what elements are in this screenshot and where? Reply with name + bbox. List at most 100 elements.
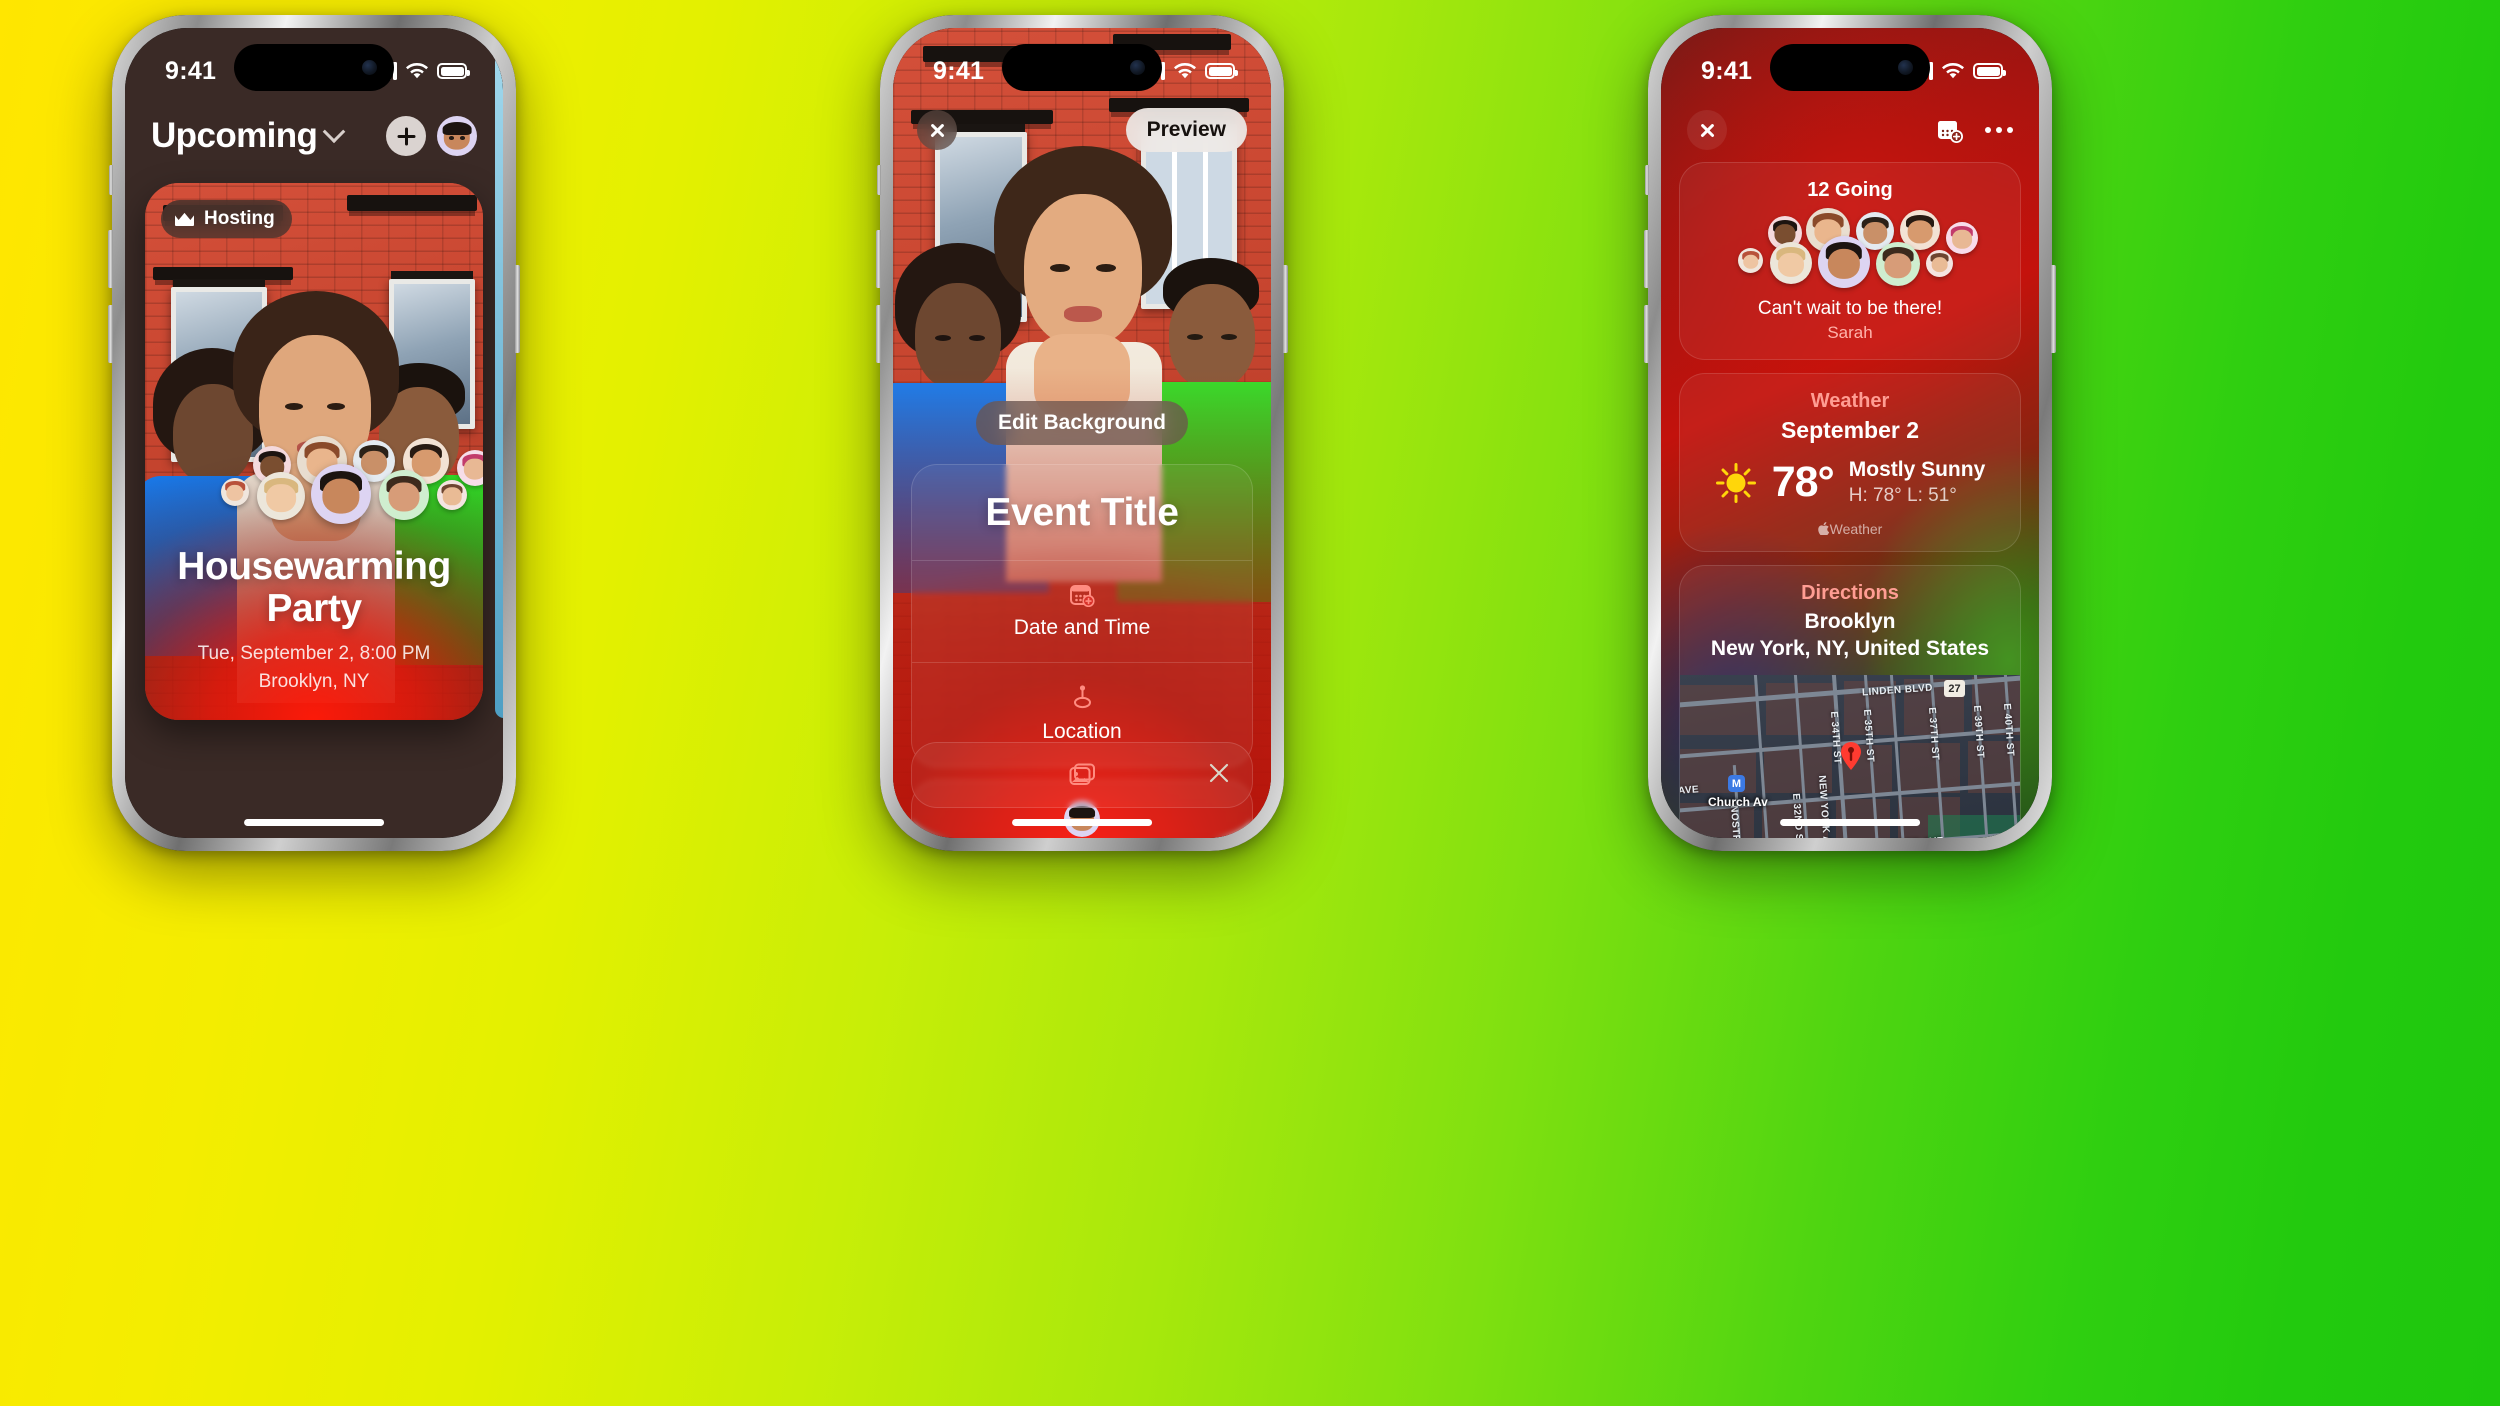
hosting-badge: Hosting: [161, 200, 292, 238]
add-event-button[interactable]: [386, 116, 426, 156]
dismiss-bar-button[interactable]: [1208, 762, 1230, 789]
ellipsis-icon: [1985, 127, 1991, 133]
volume-up-button[interactable]: [1644, 230, 1649, 288]
power-button[interactable]: [515, 265, 520, 353]
transit-station-label: Church Av: [1708, 795, 1768, 809]
rsvp-card[interactable]: 12 Going Can't wait to be there! Sarah: [1679, 162, 2021, 360]
directions-card[interactable]: Directions Brooklyn New York, NY, United…: [1679, 565, 2021, 838]
home-indicator[interactable]: [1780, 819, 1920, 826]
event-location: Brooklyn, NY: [258, 670, 370, 692]
mute-switch[interactable]: [1645, 165, 1649, 195]
directions-region: New York, NY, United States: [1710, 637, 1990, 660]
close-icon: [1699, 122, 1716, 139]
date-time-field[interactable]: Date and Time: [912, 560, 1252, 662]
avatar-host: [1818, 236, 1870, 288]
directions-city: Brooklyn: [1804, 610, 1896, 633]
profile-avatar[interactable]: [437, 116, 477, 156]
status-time: 9:41: [933, 56, 985, 85]
page-title: Upcoming: [151, 116, 318, 155]
map-label: AVE: [1680, 784, 1700, 797]
preview-button[interactable]: Preview: [1125, 108, 1247, 152]
screen-event-detail: 9:41 12 Going Can't wait to be there! Sa…: [1661, 28, 2039, 838]
event-card[interactable]: Hosting Housewarming Party Tue, Septembe…: [145, 183, 483, 720]
subway-icon: M: [1728, 775, 1745, 792]
map-view[interactable]: LINDEN BLVD 27 E 34TH ST E 35TH ST E 37T…: [1680, 675, 2020, 838]
more-options-button[interactable]: [1985, 127, 2013, 133]
location-label: Location: [1042, 720, 1122, 743]
dynamic-island: [1002, 44, 1162, 91]
page-title-group[interactable]: Upcoming: [151, 116, 346, 156]
home-indicator[interactable]: [1012, 819, 1152, 826]
volume-down-button[interactable]: [108, 305, 113, 363]
power-button[interactable]: [1283, 265, 1288, 353]
close-icon: [929, 122, 946, 139]
add-to-calendar-button[interactable]: [1937, 118, 1963, 143]
event-title-input[interactable]: Event Title: [912, 465, 1252, 560]
dynamic-island: [234, 44, 394, 91]
wifi-icon: [1942, 62, 1964, 78]
rsvp-author: Sarah: [1827, 323, 1873, 342]
mute-switch[interactable]: [877, 165, 881, 195]
weather-card[interactable]: Weather September 2 78° Mostly Sunny H: …: [1679, 373, 2021, 552]
avatar: [257, 472, 305, 520]
power-button[interactable]: [2051, 265, 2056, 353]
chevron-down-icon[interactable]: [322, 120, 346, 144]
close-button[interactable]: [917, 110, 957, 150]
volume-up-button[interactable]: [876, 230, 881, 288]
crown-icon: [174, 212, 195, 227]
event-card-text: Housewarming Party Tue, September 2, 8:0…: [145, 546, 483, 694]
close-icon: [1209, 763, 1229, 782]
avatar: [1946, 222, 1978, 254]
going-count: 12 Going: [1807, 179, 1893, 201]
phone-event-composer: 9:41 Preview Edit Background Event Title…: [876, 15, 1288, 851]
phone-event-detail: 9:41 12 Going Can't wait to be there! Sa…: [1644, 15, 2056, 851]
rsvp-message: Can't wait to be there!: [1757, 298, 1943, 319]
front-camera-icon: [1130, 60, 1145, 75]
mute-switch[interactable]: [109, 165, 113, 195]
sun-icon: [1715, 462, 1756, 503]
avatar: [1738, 248, 1763, 273]
calendar-plus-icon: [1069, 585, 1095, 607]
screen-events-list: 9:41 Upcoming Hosting Housewarming Party…: [125, 28, 503, 838]
wifi-icon: [1174, 62, 1196, 78]
volume-up-button[interactable]: [108, 230, 113, 288]
event-title: Housewarming Party: [177, 545, 451, 630]
weather-title: Weather: [1810, 390, 1890, 412]
hosting-badge-label: Hosting: [204, 208, 275, 229]
event-details-box: Event Title Date and Time Location: [911, 464, 1253, 767]
date-time-label: Date and Time: [1013, 616, 1151, 639]
volume-down-button[interactable]: [1644, 305, 1649, 363]
volume-down-button[interactable]: [876, 305, 881, 363]
battery-icon: [1973, 63, 2006, 79]
photos-icon[interactable]: [1069, 763, 1096, 787]
edit-background-button[interactable]: Edit Background: [975, 401, 1189, 445]
avatar: [457, 450, 483, 486]
avatar: [1876, 242, 1920, 286]
rsvp-avatars: [1680, 208, 2020, 294]
status-time: 9:41: [165, 56, 217, 85]
detail-scroll-area[interactable]: 12 Going Can't wait to be there! Sarah W…: [1679, 162, 2021, 838]
wifi-icon: [406, 62, 428, 78]
battery-icon: [1205, 63, 1238, 79]
close-button[interactable]: [1687, 110, 1727, 150]
composer-bottom-bar: [911, 742, 1253, 808]
avatar: [379, 470, 429, 520]
front-camera-icon: [1898, 60, 1913, 75]
avatar-host: [311, 464, 371, 524]
attendee-avatars[interactable]: [145, 436, 483, 524]
front-camera-icon: [362, 60, 377, 75]
dynamic-island: [1770, 44, 1930, 91]
map-pin-icon[interactable]: [1840, 741, 1862, 771]
composer-header: Preview: [893, 102, 1271, 158]
home-indicator[interactable]: [244, 819, 384, 826]
route-shield: 27: [1944, 680, 1965, 697]
avatar: [1770, 242, 1812, 284]
battery-icon: [437, 63, 470, 79]
avatar: [221, 478, 249, 506]
phone-events-list: 9:41 Upcoming Hosting Housewarming Party…: [108, 15, 520, 851]
apple-logo-icon: [1817, 522, 1829, 536]
avatar: [1926, 250, 1953, 277]
event-datetime: Tue, September 2, 8:00 PM: [197, 643, 431, 665]
weather-high-low: H: 78° L: 51°: [1848, 485, 1957, 506]
weather-temperature: 78°: [1771, 458, 1835, 506]
